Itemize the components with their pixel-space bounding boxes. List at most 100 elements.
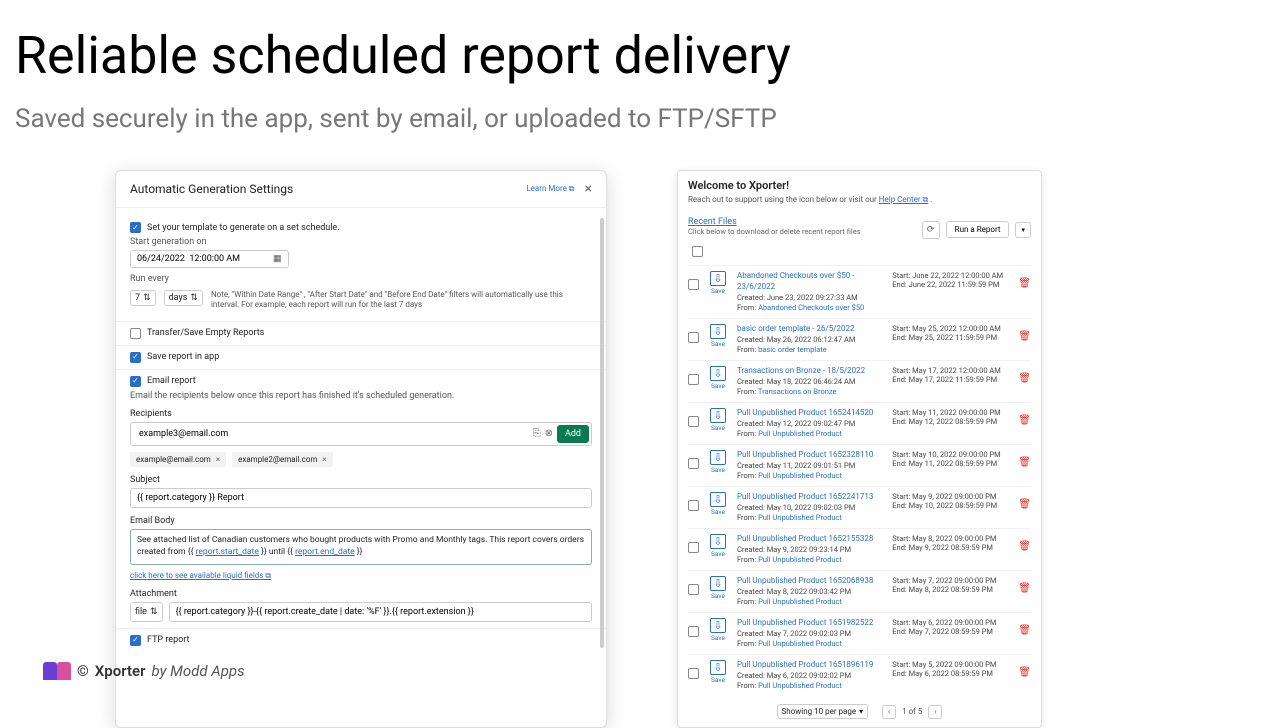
download-icon: ⇩ (710, 618, 725, 633)
download-icon: ⇩ (710, 271, 725, 286)
paste-icon[interactable]: ⎘ (533, 428, 541, 439)
trash-icon[interactable]: 🗑 (1018, 331, 1031, 342)
remove-chip-icon[interactable]: × (216, 455, 220, 464)
attachment-mode-select[interactable]: file⇅ (130, 602, 163, 622)
subject-input[interactable] (130, 488, 592, 508)
file-name-link[interactable]: basic order template - 26/5/2022 (737, 324, 855, 333)
transfer-empty-checkbox[interactable] (130, 328, 141, 339)
file-name-link[interactable]: Pull Unpublished Product 1652068938 (737, 576, 873, 585)
recent-files-link[interactable]: Recent Files (688, 217, 737, 227)
save-file-button[interactable]: ⇩Save (707, 450, 729, 474)
save-in-app-checkbox[interactable] (130, 352, 141, 363)
remove-chip-icon[interactable]: × (322, 455, 326, 464)
file-from-link[interactable]: Pull Unpublished Product (758, 513, 842, 522)
run-every-unit[interactable]: days⇅ (164, 290, 203, 306)
file-name-link[interactable]: Pull Unpublished Product 1651896119 (737, 660, 873, 669)
file-name-link[interactable]: Pull Unpublished Product 1652328110 (737, 450, 873, 459)
file-from: From: Pull Unpublished Product (737, 555, 884, 565)
scrollbar[interactable] (600, 218, 604, 648)
download-icon: ⇩ (710, 324, 725, 339)
save-file-button[interactable]: ⇩Save (707, 324, 729, 348)
file-created: Created: June 23, 2022 09:27:33 AM (737, 293, 884, 303)
email-report-checkbox[interactable] (130, 376, 141, 387)
save-file-button[interactable]: ⇩Save (707, 366, 729, 390)
save-file-button[interactable]: ⇩Save (707, 492, 729, 516)
file-from-link[interactable]: Pull Unpublished Product (758, 555, 842, 564)
file-checkbox[interactable] (688, 542, 699, 553)
run-report-button[interactable]: Run a Report (946, 221, 1010, 238)
next-page-button[interactable]: › (928, 705, 942, 719)
run-every-number[interactable]: 7⇅ (130, 290, 156, 306)
file-from-link[interactable]: Pull Unpublished Product (758, 639, 842, 648)
file-row: ⇩Save Pull Unpublished Product 1652068938… (688, 570, 1031, 612)
file-checkbox[interactable] (688, 416, 699, 427)
file-checkbox[interactable] (688, 279, 699, 290)
run-report-dropdown[interactable]: ▾ (1015, 222, 1031, 238)
ftp-checkbox[interactable] (130, 635, 141, 646)
calendar-icon[interactable]: ▦ (273, 254, 282, 264)
add-button[interactable]: Add (557, 425, 589, 443)
per-page-select[interactable]: Showing 10 per page▾ (777, 704, 869, 719)
file-name-link[interactable]: Pull Unpublished Product 1651982522 (737, 618, 873, 627)
trash-icon[interactable]: 🗑 (1018, 583, 1031, 594)
help-center-link[interactable]: Help Center ⧉ (879, 195, 929, 204)
trash-icon[interactable]: 🗑 (1018, 625, 1031, 636)
file-row: ⇩Save Pull Unpublished Product 1652414520… (688, 402, 1031, 444)
file-created: Created: May 18, 2022 06:46:24 AM (737, 377, 884, 387)
close-icon[interactable]: × (585, 181, 592, 197)
file-from-link[interactable]: Pull Unpublished Product (758, 471, 842, 480)
file-checkbox[interactable] (688, 584, 699, 595)
schedule-checkbox[interactable] (130, 222, 141, 233)
refresh-icon[interactable]: ⟳ (922, 221, 940, 239)
file-checkbox[interactable] (688, 374, 699, 385)
file-checkbox[interactable] (688, 500, 699, 511)
attachment-name-input[interactable] (169, 602, 593, 622)
trash-icon[interactable]: 🗑 (1018, 278, 1031, 289)
file-checkbox[interactable] (688, 332, 699, 343)
file-row: ⇩Savebasic order template - 26/5/2022Cre… (688, 318, 1031, 360)
save-file-button[interactable]: ⇩Save (707, 618, 729, 642)
file-created: Created: May 12, 2022 09:02:47 PM (737, 419, 884, 429)
file-from-link[interactable]: Pull Unpublished Product (758, 429, 842, 438)
hero-title: Reliable scheduled report delivery (0, 0, 1280, 86)
save-file-button[interactable]: ⇩Save (707, 534, 729, 558)
recipient-input[interactable] (133, 426, 529, 442)
file-checkbox[interactable] (688, 458, 699, 469)
body-textarea[interactable]: See attached list of Canadian customers … (130, 529, 592, 565)
trash-icon[interactable]: 🗑 (1018, 373, 1031, 384)
learn-more-link[interactable]: Learn More ⧉ (526, 184, 574, 194)
file-name-link[interactable]: Pull Unpublished Product 1652241713 (737, 492, 873, 501)
save-file-button[interactable]: ⇩Save (707, 576, 729, 600)
clear-icon[interactable]: ⊗ (545, 428, 553, 439)
save-file-button[interactable]: ⇩Save (707, 408, 729, 432)
select-all-checkbox[interactable] (692, 246, 703, 257)
body-label: Email Body (130, 516, 592, 526)
file-from-link[interactable]: Pull Unpublished Product (758, 597, 842, 606)
file-name-link[interactable]: Pull Unpublished Product 1652155328 (737, 534, 873, 543)
file-from-link[interactable]: basic order template (758, 345, 827, 354)
liquid-fields-link[interactable]: click here to see available liquid field… (130, 571, 271, 581)
file-name-link[interactable]: Transactions on Bronze - 18/5/2022 (737, 366, 865, 375)
start-date-input[interactable]: ▦ (130, 250, 289, 268)
trash-icon[interactable]: 🗑 (1018, 457, 1031, 468)
trash-icon[interactable]: 🗑 (1018, 667, 1031, 678)
trash-icon[interactable]: 🗑 (1018, 415, 1031, 426)
file-from-link[interactable]: Abandoned Checkouts over $50 (758, 303, 864, 312)
email-hint: Email the recipients below once this rep… (130, 391, 592, 401)
transfer-empty-label: Transfer/Save Empty Reports (147, 328, 264, 338)
download-icon: ⇩ (710, 534, 725, 549)
recent-files-hint: Click below to download or delete recent… (688, 227, 861, 236)
trash-icon[interactable]: 🗑 (1018, 541, 1031, 552)
prev-page-button[interactable]: ‹ (882, 705, 896, 719)
file-name-link[interactable]: Pull Unpublished Product 1652414520 (737, 408, 873, 417)
file-checkbox[interactable] (688, 626, 699, 637)
file-from-link[interactable]: Transactions on Bronze (758, 387, 837, 396)
save-file-button[interactable]: ⇩Save (707, 271, 729, 295)
file-checkbox[interactable] (688, 668, 699, 679)
file-name-link[interactable]: Abandoned Checkouts over $50 - 23/6/2022 (737, 271, 854, 291)
file-from-link[interactable]: Pull Unpublished Product (758, 681, 842, 690)
save-file-button[interactable]: ⇩Save (707, 660, 729, 684)
start-date-field[interactable] (137, 254, 267, 264)
file-from: From: Abandoned Checkouts over $50 (737, 303, 884, 313)
trash-icon[interactable]: 🗑 (1018, 499, 1031, 510)
